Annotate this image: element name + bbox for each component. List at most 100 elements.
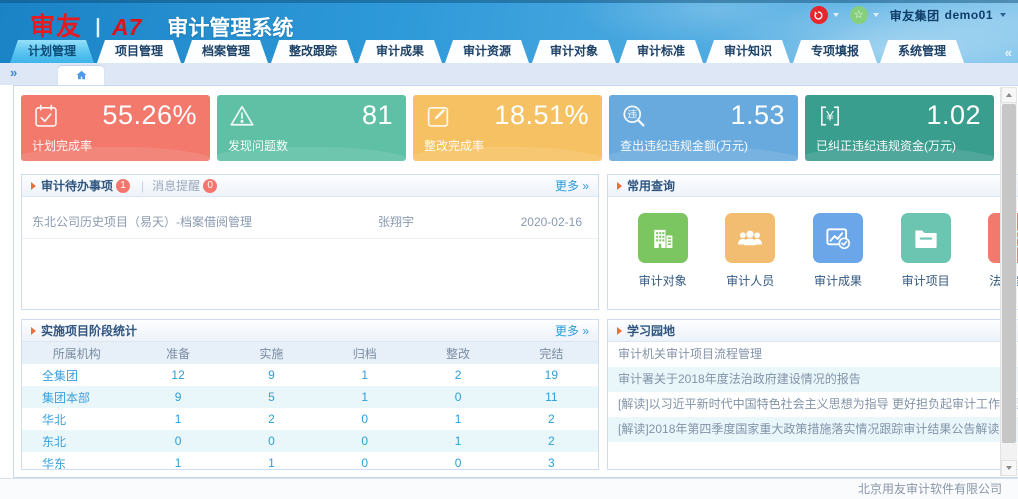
todo-item-person: 张翔宇 — [378, 213, 488, 230]
card-violation-funds-corrected[interactable]: ¥ 1.02 已纠正违纪违规资金(万元) — [805, 95, 994, 161]
stat-cell[interactable]: 2 — [505, 430, 598, 452]
tab-audit-standards[interactable]: 审计标准 — [619, 40, 703, 63]
tab-archive-management[interactable]: 档案管理 — [184, 40, 268, 63]
tab-audit-knowledge[interactable]: 审计知识 — [706, 40, 790, 63]
stat-cell[interactable]: 19 — [505, 364, 598, 386]
tab-special-reporting[interactable]: 专项填报 — [793, 40, 877, 63]
company-name: 北京用友审计软件有限公司 — [858, 482, 1002, 496]
card-rectification-completion[interactable]: 18.51% 整改完成率 — [413, 95, 602, 161]
stat-cell[interactable]: 2 — [411, 364, 504, 386]
favorite-dropdown-caret[interactable] — [873, 13, 879, 17]
table-header-row: 所属机构 准备 实施 归档 整改 完结 — [22, 342, 598, 364]
vertical-scrollbar[interactable] — [1000, 87, 1017, 476]
quick-query-header: 常用查询 — [608, 175, 1018, 197]
favorite-star-icon[interactable]: ☆ — [850, 6, 868, 24]
learning-article-link[interactable]: [解读]以习近平新时代中国特色社会主义思想为指导 更好担负起审计工作新职责新..… — [608, 392, 1018, 417]
org-link[interactable]: 华东 — [22, 452, 131, 470]
learning-article-link[interactable]: 审计署关于2018年度法治政府建设情况的报告 — [608, 367, 1018, 392]
expand-menu-icon[interactable]: » — [10, 65, 17, 80]
todo-more-link[interactable]: 更多 » — [555, 177, 589, 194]
stat-cell[interactable]: 0 — [411, 386, 504, 408]
card-label: 已纠正违纪违规资金(万元) — [816, 137, 956, 154]
card-value: 1.02 — [926, 100, 981, 131]
scroll-down-button[interactable] — [1001, 460, 1017, 476]
sync-icon[interactable] — [810, 6, 828, 24]
todo-tab[interactable]: 审计待办事项 — [41, 177, 113, 194]
stat-cell[interactable]: 1 — [411, 430, 504, 452]
stat-cell[interactable]: 1 — [318, 364, 411, 386]
quick-item-label: 审计对象 — [630, 272, 696, 289]
card-problems-found[interactable]: 81 发现问题数 — [217, 95, 406, 161]
tab-audit-resources[interactable]: 审计资源 — [445, 40, 529, 63]
col-header-rectify: 整改 — [411, 342, 504, 364]
chart-check-icon — [813, 213, 863, 263]
section-arrow-icon — [31, 327, 36, 335]
brand-logo: 审友 丨 A7 审计管理系统 — [30, 7, 293, 43]
stat-cell[interactable]: 0 — [318, 408, 411, 430]
stat-cell[interactable]: 1 — [131, 452, 224, 470]
stage-stats-header: 实施项目阶段统计 更多 » — [22, 320, 598, 342]
quick-audit-projects[interactable]: 审计项目 — [893, 213, 959, 289]
scroll-up-button[interactable] — [1001, 87, 1017, 103]
stat-cell[interactable]: 1 — [318, 386, 411, 408]
stat-cell[interactable]: 1 — [225, 452, 318, 470]
stat-cell[interactable]: 0 — [318, 452, 411, 470]
user-dropdown-caret[interactable] — [1000, 13, 1006, 17]
collapse-tabs-icon[interactable]: « — [1005, 45, 1012, 60]
stat-cell[interactable]: 0 — [131, 430, 224, 452]
stat-cell[interactable]: 2 — [505, 408, 598, 430]
stat-cell[interactable]: 3 — [505, 452, 598, 470]
messages-tab[interactable]: 消息提醒 — [152, 177, 200, 194]
stat-cell[interactable]: 1 — [131, 408, 224, 430]
learning-article-link[interactable]: [解读]2018年第四季度国家重大政策措施落实情况跟踪审计结果公告解读 — [608, 417, 1018, 442]
table-row: 集团本部 9 5 1 0 11 — [22, 386, 598, 408]
sync-dropdown-caret[interactable] — [833, 13, 839, 17]
card-label: 发现问题数 — [228, 137, 288, 154]
top-header: 审友 丨 A7 审计管理系统 ☆ 审友集团 demo01 计划管理 项目管理 档… — [0, 0, 1018, 63]
col-header-archive: 归档 — [318, 342, 411, 364]
stat-cell[interactable]: 0 — [225, 430, 318, 452]
stage-stats-title: 实施项目阶段统计 — [41, 322, 137, 339]
stat-cell[interactable]: 5 — [225, 386, 318, 408]
stat-cell[interactable]: 12 — [131, 364, 224, 386]
stat-cell[interactable]: 0 — [318, 430, 411, 452]
tab-audit-results[interactable]: 审计成果 — [358, 40, 442, 63]
quick-audit-results[interactable]: 审计成果 — [805, 213, 871, 289]
quick-audit-objects[interactable]: 审计对象 — [630, 213, 696, 289]
stat-cell[interactable]: 2 — [225, 408, 318, 430]
col-header-complete: 完结 — [505, 342, 598, 364]
stat-cell[interactable]: 9 — [131, 386, 224, 408]
username[interactable]: demo01 — [945, 8, 993, 22]
org-name: 审友集团 — [890, 7, 940, 24]
org-link[interactable]: 东北 — [22, 430, 131, 452]
todo-panel: 审计待办事项 1 | 消息提醒 0 更多 » 东北公司历史项目（易天）-档案借阅… — [21, 174, 599, 310]
scrollbar-thumb[interactable] — [1002, 104, 1016, 443]
org-link[interactable]: 华北 — [22, 408, 131, 430]
tab-audit-objects[interactable]: 审计对象 — [532, 40, 616, 63]
org-link[interactable]: 全集团 — [22, 364, 131, 386]
card-violation-amount-found[interactable]: 违 1.53 查出违纪违规金额(万元) — [609, 95, 798, 161]
building-icon — [638, 213, 688, 263]
todo-list-item[interactable]: 东北公司历史项目（易天）-档案借阅管理 张翔宇 2020-02-16 — [22, 205, 598, 239]
tab-plan-management[interactable]: 计划管理 — [10, 40, 94, 63]
stat-cell[interactable]: 1 — [411, 408, 504, 430]
todo-count-badge: 1 — [116, 179, 130, 193]
org-link[interactable]: 集团本部 — [22, 386, 131, 408]
stat-cell[interactable]: 11 — [505, 386, 598, 408]
card-value: 1.53 — [730, 100, 785, 131]
learning-list: 审计机关审计项目流程管理 审计署关于2018年度法治政府建设情况的报告 [解读]… — [608, 342, 1018, 442]
logo-divider: 丨 — [88, 12, 108, 41]
card-plan-completion[interactable]: 55.26% 计划完成率 — [21, 95, 210, 161]
learning-article-link[interactable]: 审计机关审计项目流程管理 — [608, 342, 1018, 367]
tab-project-management[interactable]: 项目管理 — [97, 40, 181, 63]
stat-cell[interactable]: 9 — [225, 364, 318, 386]
stat-cell[interactable]: 0 — [411, 452, 504, 470]
learning-title: 学习园地 — [627, 322, 675, 339]
home-tab[interactable] — [58, 66, 104, 85]
stage-stats-more-link[interactable]: 更多 » — [555, 322, 589, 339]
quick-audit-staff[interactable]: 审计人员 — [717, 213, 783, 289]
card-value: 18.51% — [494, 100, 589, 131]
tab-rectification-tracking[interactable]: 整改跟踪 — [271, 40, 355, 63]
col-header-prepare: 准备 — [131, 342, 224, 364]
tab-system-management[interactable]: 系统管理 — [880, 40, 964, 63]
